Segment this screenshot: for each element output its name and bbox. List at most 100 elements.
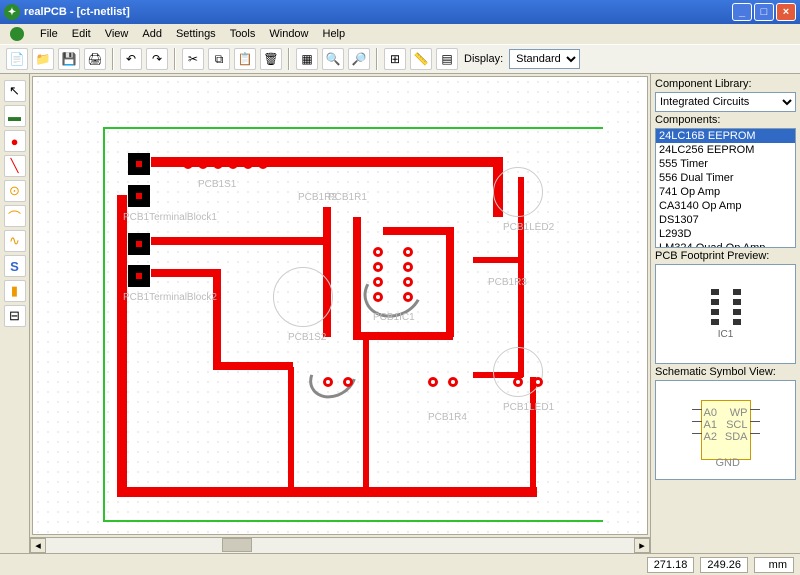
scroll-thumb[interactable] <box>222 538 252 552</box>
component-tool[interactable]: ▬ <box>4 105 26 127</box>
list-item[interactable]: L293D <box>656 227 795 241</box>
display-select[interactable]: Standard <box>509 49 580 69</box>
switch-outline <box>273 267 333 327</box>
trace <box>117 195 127 495</box>
minimize-button[interactable]: _ <box>732 3 752 21</box>
close-button[interactable]: × <box>776 3 796 21</box>
pad <box>403 262 413 272</box>
trace <box>288 367 294 492</box>
pad-tool[interactable]: ● <box>4 130 26 152</box>
comp-label: PCB1TerminalBlock1 <box>123 212 217 223</box>
scroll-right-button[interactable]: ▸ <box>634 538 650 553</box>
menu-add[interactable]: Add <box>136 26 168 42</box>
menu-help[interactable]: Help <box>317 26 352 42</box>
trace <box>213 362 293 370</box>
comp-label: PCB1LED1 <box>503 402 554 413</box>
components-label: Components: <box>655 114 796 126</box>
list-item[interactable]: LM324 Quad Op Amp <box>656 241 795 248</box>
footprint-preview: IC1 <box>655 264 796 364</box>
list-item[interactable]: 555 Timer <box>656 157 795 171</box>
comp-label: PCB1LED2 <box>503 222 554 233</box>
scroll-left-button[interactable]: ◂ <box>30 538 46 553</box>
cut-button[interactable]: ✂ <box>182 48 204 70</box>
preview-ic-name: IC1 <box>718 329 734 340</box>
pad <box>403 247 413 257</box>
delete-button[interactable]: 🗑 <box>260 48 282 70</box>
menubar: File Edit View Add Settings Tools Window… <box>0 24 800 44</box>
left-toolbox: ↖ ▬ ● ╲ ⊙ ⌒ ∿ S ▮ ⊟ <box>0 74 30 553</box>
trace <box>151 157 501 167</box>
comp-label: PCB1IC1 <box>373 312 415 323</box>
list-item[interactable]: DS1307 <box>656 213 795 227</box>
select-tool[interactable]: ↖ <box>4 80 26 102</box>
new-button[interactable]: 📄 <box>6 48 28 70</box>
pad <box>403 292 413 302</box>
canvas-area[interactable]: PCB1S1 PCB1TerminalBlock1 PCB1TerminalBl… <box>32 76 648 535</box>
comp-label: PCB1R4 <box>428 412 467 423</box>
trace <box>473 257 523 263</box>
save-button[interactable]: 💾 <box>58 48 80 70</box>
grid-button[interactable]: ▦ <box>296 48 318 70</box>
zoom-in-button[interactable]: 🔍 <box>322 48 344 70</box>
list-item[interactable]: 24LC16B EEPROM <box>656 129 795 143</box>
pad <box>373 277 383 287</box>
redo-button[interactable]: ↷ <box>146 48 168 70</box>
menu-view[interactable]: View <box>99 26 135 42</box>
undo-button[interactable]: ↶ <box>120 48 142 70</box>
menu-tools[interactable]: Tools <box>224 26 262 42</box>
list-item[interactable]: 741 Op Amp <box>656 185 795 199</box>
pad <box>323 377 333 387</box>
maximize-button[interactable]: □ <box>754 3 774 21</box>
horizontal-scrollbar[interactable]: ◂ ▸ <box>30 537 650 553</box>
list-item[interactable]: 24LC256 EEPROM <box>656 143 795 157</box>
ic-tool[interactable]: ⊟ <box>4 305 26 327</box>
app-icon: ✦ <box>4 4 20 20</box>
status-unit: mm <box>754 557 794 573</box>
menu-settings[interactable]: Settings <box>170 26 222 42</box>
menu-edit[interactable]: Edit <box>66 26 97 42</box>
schematic-symbol-view: A0 A1 A2 WP SCL SDA GND <box>655 380 796 480</box>
pad <box>428 377 438 387</box>
trace <box>151 237 331 245</box>
terminal-pad <box>128 185 150 207</box>
copy-button[interactable]: ⧉ <box>208 48 230 70</box>
via-tool[interactable]: ⊙ <box>4 180 26 202</box>
pad <box>513 377 523 387</box>
list-item[interactable]: CA3140 Op Amp <box>656 199 795 213</box>
pad <box>373 247 383 257</box>
pad <box>373 292 383 302</box>
comp-label: PCB1S1 <box>198 179 236 190</box>
list-item[interactable]: 556 Dual Timer <box>656 171 795 185</box>
layers-button[interactable]: ▤ <box>436 48 458 70</box>
snap-button[interactable]: ⊞ <box>384 48 406 70</box>
statusbar: 271.18 249.26 mm <box>0 553 800 575</box>
pad <box>403 277 413 287</box>
right-panel: Component Library: Integrated Circuits C… <box>650 74 800 553</box>
library-select[interactable]: Integrated Circuits <box>655 92 796 112</box>
status-y: 249.26 <box>700 557 748 573</box>
pad <box>448 377 458 387</box>
curve-tool[interactable]: ∿ <box>4 230 26 252</box>
led-outline <box>493 347 543 397</box>
paste-button[interactable]: 📋 <box>234 48 256 70</box>
trace <box>151 269 221 277</box>
components-list[interactable]: 24LC16B EEPROM24LC256 EEPROM555 Timer556… <box>655 128 796 248</box>
terminal-pad <box>128 233 150 255</box>
fill-tool[interactable]: ▮ <box>4 280 26 302</box>
menu-app-icon[interactable] <box>4 25 32 43</box>
print-button[interactable]: 🖨 <box>84 48 106 70</box>
measure-button[interactable]: 📏 <box>410 48 432 70</box>
open-button[interactable]: 📁 <box>32 48 54 70</box>
zoom-out-button[interactable]: 🔎 <box>348 48 370 70</box>
arc-tool[interactable]: ⌒ <box>4 205 26 227</box>
trace <box>353 217 361 337</box>
pad <box>533 377 543 387</box>
menu-window[interactable]: Window <box>263 26 314 42</box>
comp-label: PCB1S2 <box>288 332 326 343</box>
text-tool[interactable]: S <box>4 255 26 277</box>
menu-file[interactable]: File <box>34 26 64 42</box>
window-title: realPCB - [ct-netlist] <box>24 6 732 18</box>
pad <box>343 377 353 387</box>
track-tool[interactable]: ╲ <box>4 155 26 177</box>
library-label: Component Library: <box>655 78 796 90</box>
